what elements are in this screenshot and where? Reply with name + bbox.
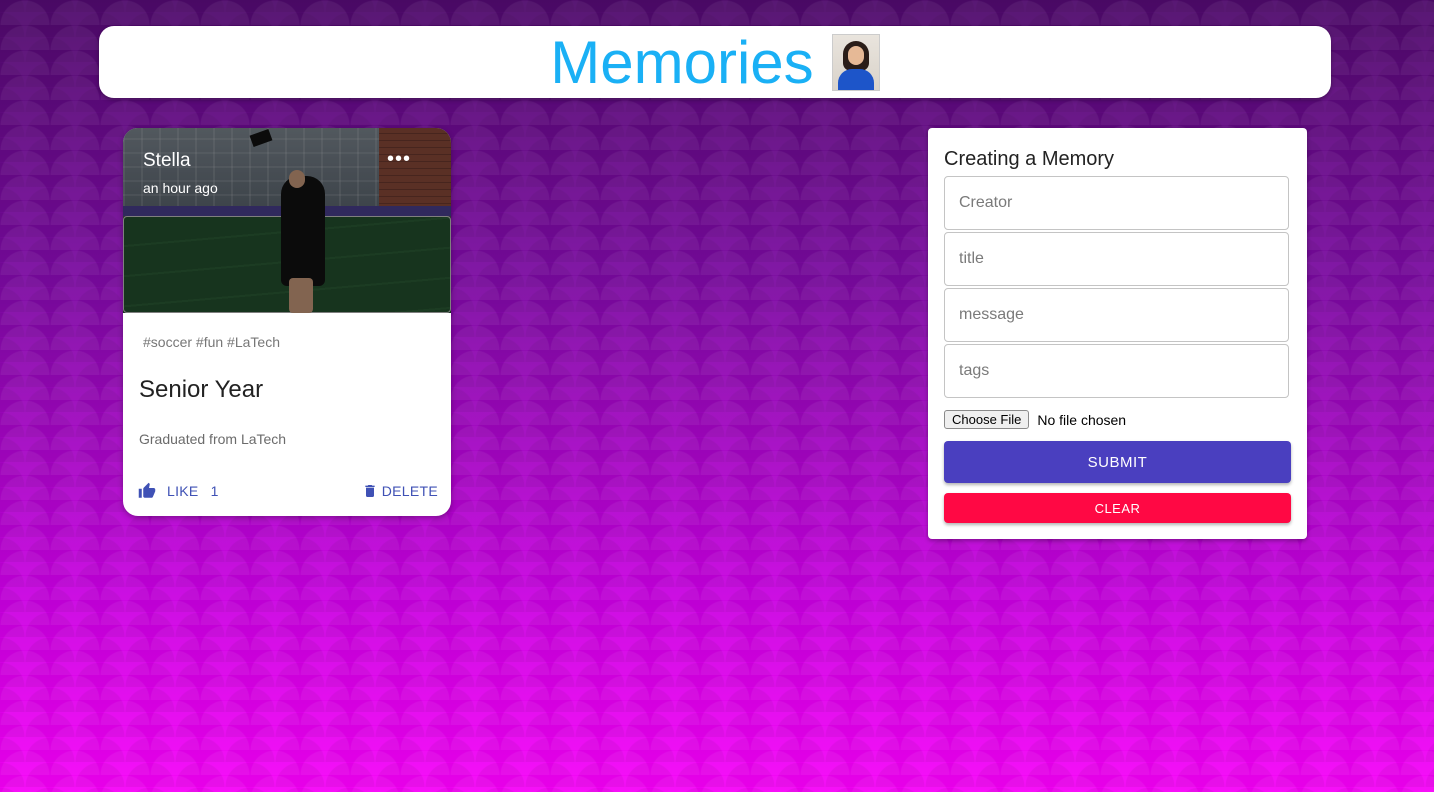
file-status: No file chosen	[1037, 411, 1127, 428]
post-title: Senior Year	[139, 376, 264, 403]
thumb-up-icon	[138, 482, 156, 498]
tags-field	[944, 344, 1289, 398]
avatar	[831, 33, 880, 91]
creator-field	[944, 176, 1289, 230]
create-memory-form: Creating a Memory Choose File No file ch…	[928, 128, 1307, 539]
creator-input[interactable]	[945, 177, 1288, 229]
title-input[interactable]	[945, 233, 1288, 285]
like-label: LIKE	[167, 483, 199, 499]
clear-button[interactable]: CLEAR	[944, 493, 1291, 523]
like-button[interactable]: LIKE 1	[137, 482, 219, 500]
submit-button[interactable]: SUBMIT	[944, 441, 1291, 483]
memory-card: Stella an hour ago ••• #soccer #fun #LaT…	[123, 128, 451, 516]
form-title: Creating a Memory	[944, 148, 1115, 170]
post-time: an hour ago	[143, 180, 218, 196]
delete-label: DELETE	[381, 483, 438, 499]
like-count: 1	[210, 483, 219, 499]
file-picker: Choose File No file chosen	[944, 410, 1126, 429]
trash-icon	[365, 485, 375, 497]
post-tags: #soccer #fun #LaTech	[143, 334, 280, 350]
card-actions: LIKE 1 DELETE	[123, 482, 451, 504]
more-horiz-icon[interactable]: •••	[387, 149, 411, 169]
title-field	[944, 232, 1289, 286]
tags-input[interactable]	[945, 345, 1288, 397]
post-creator: Stella	[143, 150, 191, 171]
delete-button[interactable]: DELETE	[362, 482, 438, 500]
message-input[interactable]	[945, 289, 1288, 341]
post-message: Graduated from LaTech	[139, 431, 287, 447]
memory-image: Stella an hour ago •••	[123, 128, 451, 313]
choose-file-button[interactable]: Choose File	[944, 410, 1030, 429]
app-title: Memories	[550, 28, 814, 96]
message-field	[944, 288, 1289, 342]
app-bar: Memories	[99, 26, 1331, 98]
